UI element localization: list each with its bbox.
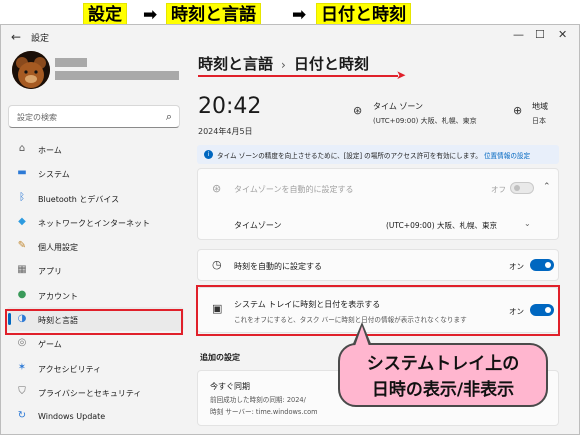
auto-time-label: 時刻を自動的に設定する (234, 262, 322, 271)
region-title: 地域 (532, 102, 548, 111)
sidebar-item[interactable]: ● アカウント (6, 283, 184, 307)
timezone-value: (UTC+09:00) 大阪、札幌、東京 (373, 117, 477, 125)
sidebar-item[interactable]: ✶ アクセシビリティ (6, 356, 184, 380)
annotation-callout: システムトレイ上の 日時の表示/非表示 (338, 343, 548, 407)
sidebar-item-label: アカウント (38, 291, 78, 301)
sidebar-item[interactable]: ⌂ ホーム (6, 137, 184, 161)
current-date: 2024年4月5日 (198, 127, 253, 136)
user-name-redacted (55, 58, 87, 67)
info-icon: i (204, 150, 213, 159)
timezone-label: タイムゾーン (234, 221, 282, 230)
monitor-icon: ▬ (17, 167, 27, 179)
sync-last-time: 前回成功した時刻の同期: 2024/ (210, 396, 306, 404)
sidebar-item-label: アクセシビリティ (38, 364, 102, 374)
sidebar-item[interactable]: ᛒ Bluetooth とデバイス (6, 186, 184, 210)
current-time: 20:42 (198, 94, 262, 119)
chevron-down-icon[interactable]: ⌄ (524, 219, 531, 228)
brush-icon: ✎ (17, 240, 27, 252)
globe-clock-icon: ⊛ (353, 104, 363, 117)
timezone-card: ⊛ タイムゾーンを自動的に設定する オフ ⌃ タイムゾーン (UTC+09:00… (197, 168, 559, 240)
timezone-select[interactable]: (UTC+09:00) 大阪、札幌、東京 (386, 220, 497, 231)
banner-arrow-icon: ➡ (292, 5, 307, 25)
back-arrow-icon[interactable]: ← (11, 30, 21, 44)
sidebar-nav: ⌂ ホーム ▬ システム ᛒ Bluetooth とデバイス ◆ ネットワークとインターネット… (6, 137, 184, 429)
region-value: 日本 (532, 117, 546, 125)
sidebar-item[interactable]: ↻ Windows Update (6, 404, 184, 428)
search-icon: ⌕ (165, 110, 172, 123)
sidebar-item-label: ホーム (38, 146, 62, 155)
sidebar-item[interactable]: ✎ 個人用設定 (6, 234, 184, 258)
breadcrumb-separator: › (281, 58, 286, 72)
shield-icon: ⛉ (18, 385, 26, 397)
auto-timezone-label: タイムゾーンを自動的に設定する (234, 185, 354, 194)
auto-time-card: ◷ 時刻を自動的に設定する オン (197, 249, 559, 281)
additional-settings-heading: 追加の設定 (200, 353, 240, 362)
auto-time-toggle[interactable] (530, 259, 554, 271)
clock-icon: ◷ (212, 258, 222, 271)
sidebar-item-label: プライバシーとセキュリティ (38, 388, 142, 398)
sidebar-item-label: ネットワークとインターネット (38, 218, 150, 228)
minimize-icon[interactable]: — (513, 28, 524, 41)
home-icon: ⌂ (18, 143, 26, 154)
timezone-title: タイム ゾーン (373, 102, 423, 111)
accessibility-icon: ✶ (17, 361, 27, 373)
location-settings-link[interactable]: 位置情報の設定 (484, 152, 530, 160)
account-icon: ● (17, 288, 27, 300)
search-input[interactable]: 設定の検索 ⌕ (8, 105, 180, 128)
breadcrumb-parent[interactable]: 時刻と言語 (198, 55, 273, 73)
sidebar-item[interactable]: ◎ ゲーム (6, 331, 184, 355)
title-bar: ← 設定 — ☐ ✕ (1, 25, 579, 51)
sync-server: 時刻 サーバー: time.windows.com (210, 408, 318, 416)
info-text: タイム ゾーンの精度を向上させるために、[設定] の場所のアクセス許可を有効にし… (217, 152, 482, 160)
avatar[interactable] (12, 51, 50, 89)
gamepad-icon: ◎ (17, 337, 27, 349)
auto-timezone-toggle[interactable] (510, 182, 534, 194)
banner-arrow-icon: ➡ (143, 5, 158, 25)
location-clock-icon: ⊛ (212, 182, 222, 195)
highlight-box-time-language (5, 309, 183, 335)
sidebar-item-label: 個人用設定 (38, 243, 78, 253)
info-bar: i タイム ゾーンの精度を向上させるために、[設定] の場所のアクセス許可を有効… (197, 145, 559, 164)
sidebar-item[interactable]: ⛉ プライバシーとセキュリティ (6, 380, 184, 404)
auto-timezone-state: オフ (491, 185, 506, 194)
user-email-redacted (55, 71, 179, 80)
breadcrumb: 時刻と言語 › 日付と時刻 (198, 53, 369, 74)
globe-icon: ⊕ (513, 104, 523, 117)
sidebar-item-label: ゲーム (38, 340, 62, 350)
sidebar-item[interactable]: ◆ ネットワークとインターネット (6, 210, 184, 234)
sidebar-item[interactable]: ▦ アプリ (6, 258, 184, 282)
wifi-icon: ◆ (18, 215, 26, 227)
sidebar-item-label: システム (38, 170, 70, 180)
callout-line-2: 日時の表示/非表示 (371, 380, 515, 400)
maximize-icon[interactable]: ☐ (535, 28, 545, 41)
page-title: 日付と時刻 (293, 55, 369, 73)
sidebar-item-label: アプリ (38, 267, 62, 277)
sidebar-item-label: Windows Update (38, 412, 106, 422)
sidebar-item-label: Bluetooth とデバイス (38, 194, 120, 204)
search-placeholder: 設定の検索 (17, 113, 57, 122)
highlight-box-system-tray (196, 285, 560, 336)
window-title: 設定 (31, 34, 50, 44)
annotation-arrow-icon: ➤ (396, 68, 407, 82)
sidebar-item[interactable]: ▬ システム (6, 161, 184, 185)
auto-time-state: オン (509, 262, 524, 271)
update-icon: ↻ (17, 410, 27, 422)
bluetooth-icon: ᛒ (19, 191, 25, 203)
chevron-up-icon[interactable]: ⌃ (543, 182, 551, 192)
annotation-underline (198, 75, 398, 77)
callout-tail-fill (355, 326, 369, 346)
callout-line-1: システムトレイ上の (366, 354, 520, 374)
apps-icon: ▦ (17, 264, 27, 276)
sync-now-label: 今すぐ同期 (210, 382, 250, 391)
close-icon[interactable]: ✕ (558, 28, 567, 41)
